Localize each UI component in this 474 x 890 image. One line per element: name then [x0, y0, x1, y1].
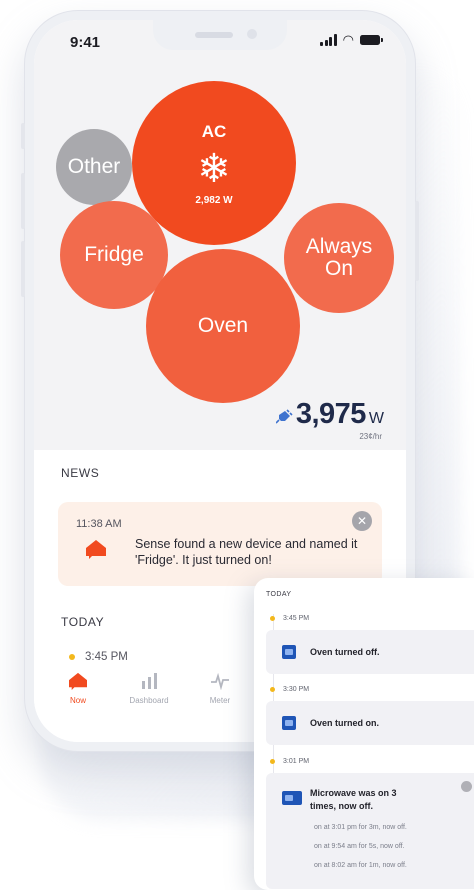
timeline-popup: TODAY 3:45 PM Oven turned off. 3:30 PM O… [254, 578, 474, 890]
timeline-time: 3:01 PM [270, 758, 309, 765]
bubble-label: Fridge [84, 243, 144, 266]
bar-chart-icon [142, 673, 157, 689]
bubble-other[interactable]: Other [56, 129, 132, 205]
event-title: Microwave was on 3 times, now off. [310, 787, 397, 813]
sense-house-icon [69, 672, 87, 690]
event-text: Oven turned on. [310, 718, 380, 728]
event-title-line: times, now off. [310, 801, 373, 811]
oven-icon [282, 645, 296, 659]
tab-label: Dashboard [129, 696, 169, 705]
timeline-dot [69, 654, 75, 660]
bubble-label: Other [67, 155, 121, 178]
status-icons: ◠ [320, 32, 383, 47]
tab-label: Now [69, 696, 86, 705]
snowflake-icon: ❄ [197, 146, 231, 191]
timeline-dot [270, 616, 275, 621]
event-time: 3:01 PM [283, 758, 310, 765]
mute-switch [21, 123, 25, 149]
news-text: Sense found a new device and named it 'F… [135, 537, 358, 567]
news-heading: NEWS [61, 466, 100, 480]
pulse-icon [211, 672, 229, 690]
total-unit: W [368, 410, 384, 427]
bubble-label: Oven [197, 314, 249, 337]
event-card[interactable]: Microwave was on 3 times, now off. on at… [266, 773, 474, 889]
wifi-icon: ◠ [342, 32, 354, 47]
total-value: 3,975 [295, 398, 367, 430]
event-detail: on at 8:02 am for 1m, now off. [314, 862, 407, 869]
plug-icon [275, 409, 293, 424]
close-icon[interactable]: ✕ [352, 511, 372, 531]
collapse-icon[interactable] [461, 781, 472, 792]
event-time: 3:45 PM [283, 615, 310, 622]
timeline-heading: TODAY [266, 591, 292, 598]
timeline-time: 3:30 PM [270, 686, 309, 693]
bubble-always-on[interactable]: Always On [284, 203, 394, 313]
signal-icon [320, 34, 337, 46]
event-text: Oven turned off. [310, 647, 380, 657]
volume-down-button [21, 241, 25, 297]
event-time: 3:30 PM [283, 686, 310, 693]
tab-label: Meter [209, 696, 231, 705]
event-card[interactable]: Oven turned on. [266, 701, 474, 745]
timeline-time: 3:45 PM [270, 615, 309, 622]
total-power: 3,975 W [275, 398, 384, 431]
news-card[interactable]: 11:38 AM ✕ Sense found a new device and … [58, 502, 382, 586]
volume-up-button [21, 173, 25, 229]
timeline-dot [270, 687, 275, 692]
tab-now[interactable]: Now [43, 672, 113, 705]
power-bubbles-panel: 9:41 ◠ Other Fridge Always On Oven AC ❄ … [34, 20, 406, 450]
bubble-label: Always On [305, 235, 373, 280]
power-button [415, 201, 419, 281]
event-detail: on at 9:54 am for 5s, now off. [314, 843, 405, 850]
event-card[interactable]: Oven turned off. [266, 630, 474, 674]
battery-icon [360, 35, 383, 45]
oven-icon [282, 716, 296, 730]
bubble-watts: 2,982 W [195, 194, 233, 206]
bubble-oven[interactable]: Oven [146, 249, 300, 403]
news-time: 11:38 AM [76, 518, 122, 530]
tab-dashboard[interactable]: Dashboard [114, 672, 184, 705]
bubble-ac[interactable]: AC ❄ 2,982 W [132, 81, 296, 245]
cost-rate: 23¢/hr [359, 432, 382, 441]
event-title-line: Microwave was on 3 [310, 788, 397, 798]
event-detail: on at 3:01 pm for 3m, now off. [314, 824, 407, 831]
sense-house-icon [86, 540, 106, 559]
timeline-dot [270, 759, 275, 764]
tab-meter[interactable]: Meter [185, 672, 255, 705]
notch [153, 20, 287, 50]
microwave-icon [282, 791, 302, 805]
today-heading: TODAY [61, 615, 105, 629]
status-time: 9:41 [70, 34, 101, 51]
front-camera [247, 29, 257, 39]
bubble-label: AC [201, 121, 227, 141]
speaker-grille [195, 32, 233, 38]
